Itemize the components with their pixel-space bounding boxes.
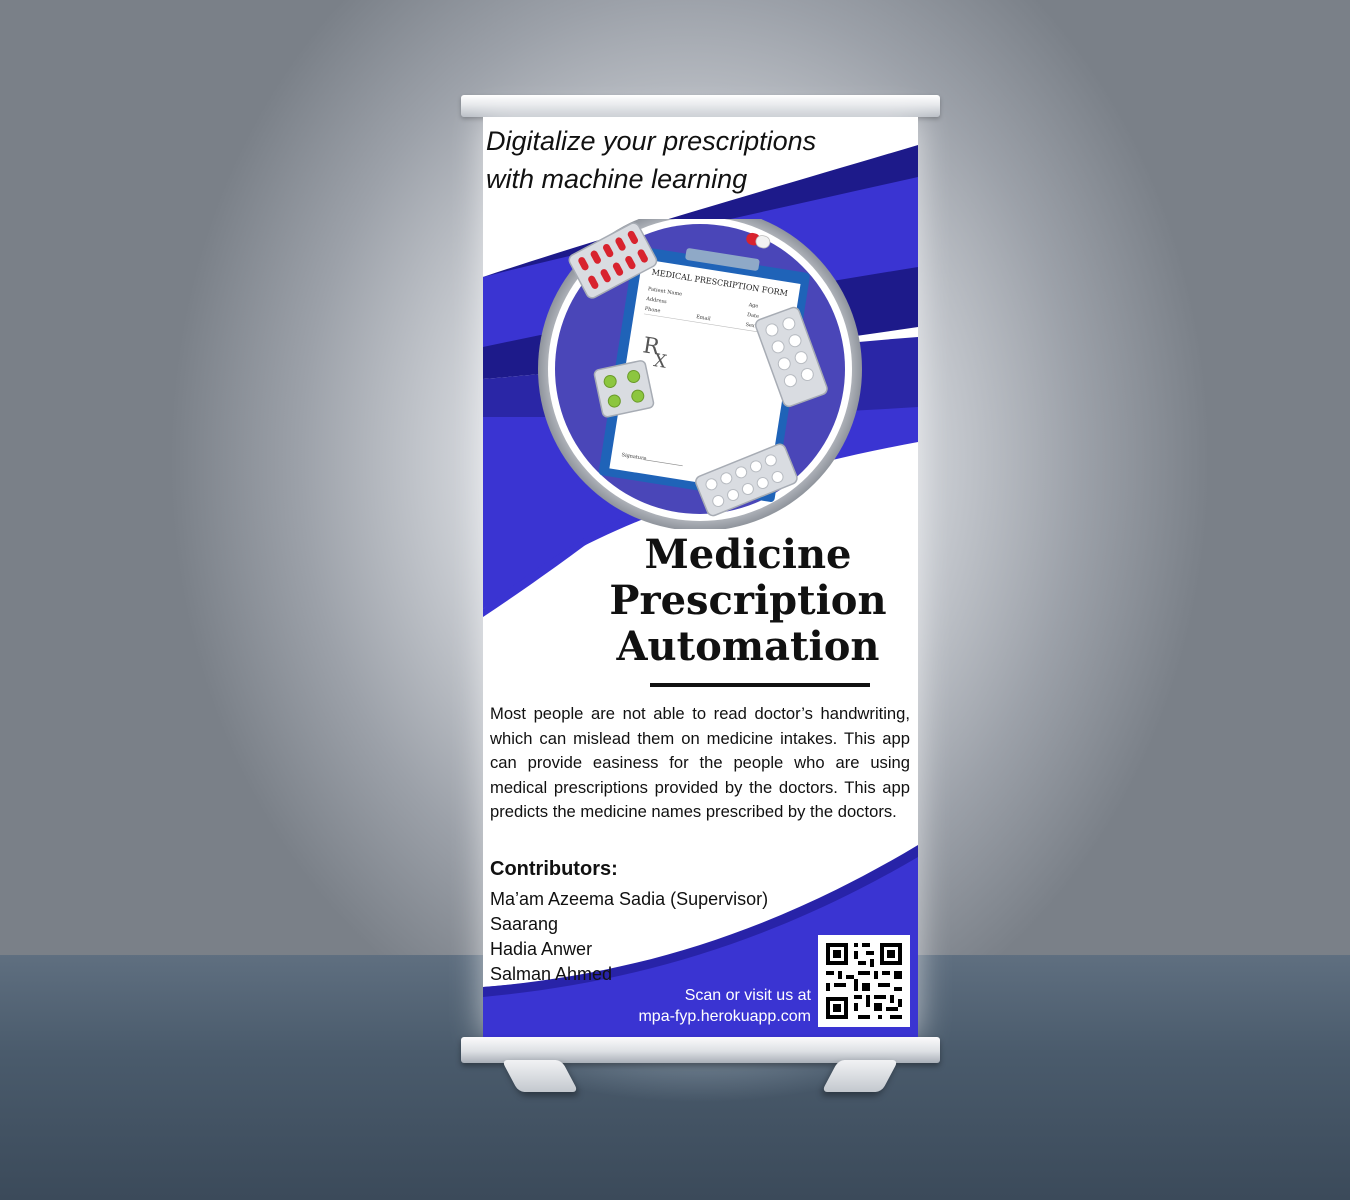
green-tablet-pack-icon: [593, 360, 655, 418]
tagline-line-1: Digitalize your prescriptions: [486, 126, 817, 156]
title-line-2: Prescription: [609, 577, 887, 624]
rollup-banner: Digitalize your prescriptions with machi…: [483, 117, 918, 1037]
prescription-emblem: MEDICAL PRESCRIPTION FORM Patient Name A…: [538, 219, 862, 529]
title-underline: [650, 683, 870, 687]
banner-top-bar: [461, 95, 940, 117]
banner-title: Medicine Prescription Automation: [578, 532, 918, 670]
contributors-heading: Contributors:: [490, 858, 618, 880]
website-url[interactable]: mpa-fyp.herokuapp.com: [601, 1006, 811, 1027]
tagline: Digitalize your prescriptions with machi…: [486, 122, 906, 198]
contributor-item: Hadia Anwer: [490, 939, 593, 959]
title-line-1: Medicine: [644, 531, 852, 578]
contributor-item: Salman Ahmed: [490, 964, 613, 984]
qr-code-icon[interactable]: [818, 935, 910, 1027]
title-line-3: Automation: [616, 623, 880, 670]
contributors-list: Ma’am Azeema Sadia (Supervisor) Saarang …: [490, 887, 768, 987]
tagline-line-2: with machine learning: [486, 164, 748, 194]
visit-info: Scan or visit us at mpa-fyp.herokuapp.co…: [601, 985, 811, 1027]
contributor-item: Saarang: [490, 914, 559, 934]
visit-line-1: Scan or visit us at: [684, 987, 811, 1004]
contributor-item: Ma’am Azeema Sadia (Supervisor): [490, 889, 769, 909]
description-paragraph: Most people are not able to read doctor’…: [490, 704, 910, 821]
